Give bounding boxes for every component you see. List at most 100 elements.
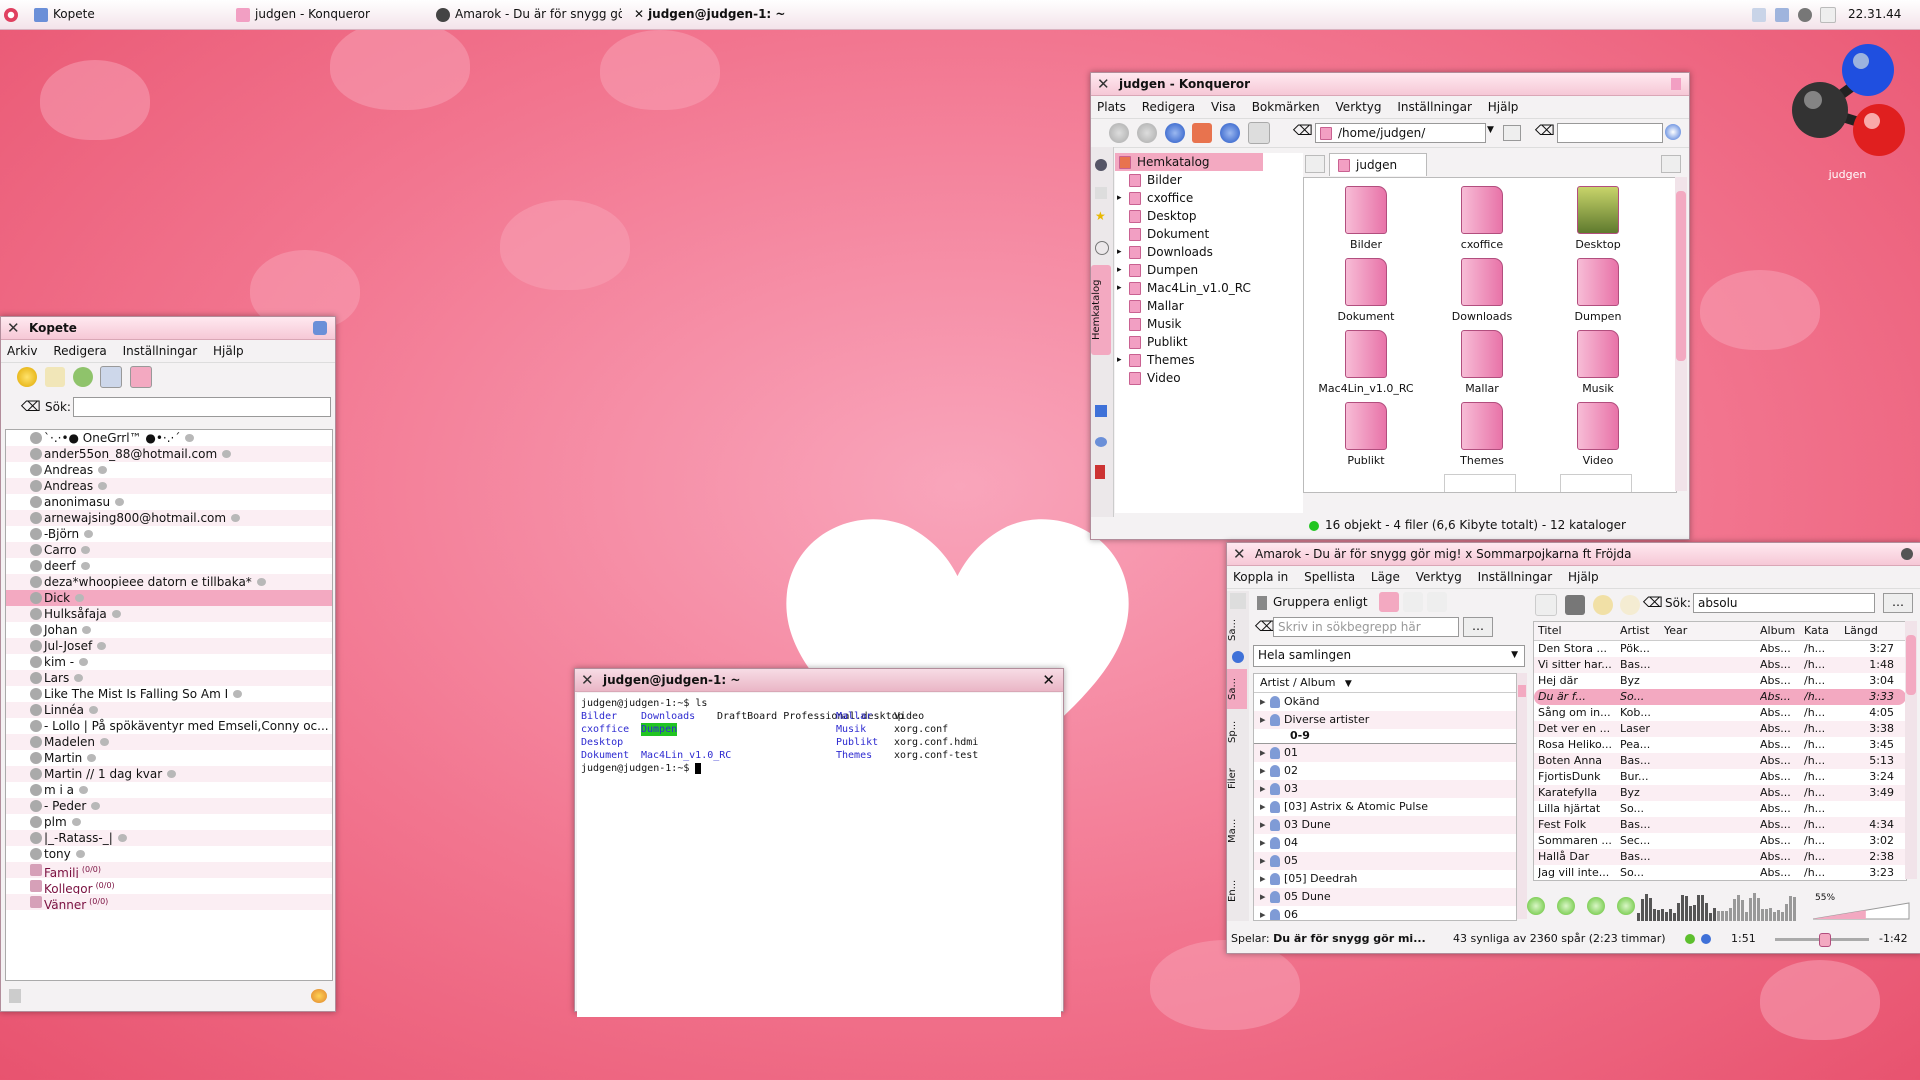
taskbar-amarok[interactable]: Amarok - Du är för snygg gör [436,0,622,29]
collection-item[interactable]: [05] Deedrah [1254,870,1516,888]
forward-icon[interactable] [1136,123,1157,143]
side-tab-0[interactable]: Sa... [1227,613,1247,647]
tree-item[interactable]: ▸ Downloads [1115,243,1303,261]
playlist-track-row[interactable]: FjortisDunk Bur... Abs.../h... 3:24 [1534,769,1906,785]
filter-options-button[interactable]: … [1463,617,1493,637]
menu-verktyg[interactable]: Verktyg [1336,100,1382,114]
pause-icon[interactable] [1587,897,1605,915]
clear-playlist-icon[interactable] [1535,594,1557,616]
menu-installningar[interactable]: Inställningar [1397,100,1472,114]
file-icon-item[interactable]: Video [1548,402,1648,467]
tab-judgen[interactable]: judgen [1329,153,1427,176]
contact-row[interactable]: Andreas [6,478,332,494]
file-icon-item[interactable]: Dumpen [1548,258,1648,323]
bookmarks-sidebar-icon[interactable] [1095,159,1107,171]
menu-redigera[interactable]: Redigera [53,344,106,358]
contact-row[interactable]: - Peder [6,798,332,814]
menu-hjalp[interactable]: Hjälp [213,344,244,358]
analyzer[interactable] [1637,887,1797,921]
taskbar-konqueror[interactable]: judgen - Konqueror [236,0,370,29]
close-icon[interactable]: ✕ [581,669,594,691]
contact-row[interactable]: Linnéa [6,702,332,718]
expand-icon[interactable]: ▸ [1117,243,1122,261]
file-icon-item[interactable]: Publikt [1316,402,1416,467]
network-sidebar-icon[interactable] [1095,437,1107,447]
contact-row[interactable]: plm [6,814,332,830]
volume-icon[interactable] [1752,7,1766,22]
contact-row[interactable]: Jul-Josef [6,638,332,654]
expand-icon[interactable]: ▸ [1117,351,1122,369]
side-tab-2[interactable]: Sp... [1227,715,1247,749]
file-icon-item[interactable]: cxoffice [1432,186,1532,251]
menu-visa[interactable]: Visa [1211,100,1236,114]
amarok-titlebar[interactable]: ✕ Amarok - Du är för snygg gör mig! x So… [1227,543,1920,566]
clipboard-icon[interactable] [1820,6,1837,23]
services-sidebar-icon[interactable] [1095,465,1105,479]
save-playlist-icon[interactable] [1564,595,1585,615]
collection-item[interactable]: Diverse artister [1254,711,1516,729]
play-icon[interactable] [1557,897,1575,915]
search-engine-icon[interactable] [1665,124,1681,140]
side-tab-1[interactable]: Sa... [1227,669,1247,709]
search-options-button[interactable]: … [1883,593,1913,613]
expand-icon[interactable]: ▸ [1117,279,1122,297]
random-icon[interactable] [1701,934,1711,944]
column-header[interactable]: Year [1664,622,1687,640]
location-input[interactable]: /home/judgen/ [1315,123,1486,143]
close-tab-icon[interactable] [1661,155,1681,173]
clear-search-icon[interactable]: ⌫ [1643,595,1663,611]
close-icon[interactable]: ✕ [1097,73,1110,95]
undo-icon[interactable] [1592,595,1613,615]
collection-item[interactable]: Okänd [1254,693,1516,711]
side-tab-5[interactable]: En... [1227,871,1247,911]
clock[interactable]: 22.31.44 [1848,0,1901,29]
file-icon-item[interactable]: Themes [1432,402,1532,467]
menu-redigera[interactable]: Redigera [1142,100,1195,114]
contact-row[interactable]: anonimasu [6,494,332,510]
side-tab-3[interactable]: Filer [1227,757,1247,801]
collection-scope-select[interactable]: Hela samlingen ▼ [1253,645,1525,667]
menu-arkiv[interactable]: Arkiv [7,344,38,358]
playlist-track-row[interactable]: Du är f... So... Abs.../h... 3:33 [1534,689,1906,705]
collection-item[interactable]: 04 [1254,834,1516,852]
web-search-input[interactable] [1557,123,1663,143]
column-header[interactable]: Kata [1804,622,1829,640]
playlist-track-row[interactable]: Lilla hjärtat So... Abs.../h... [1534,801,1906,817]
tree-item[interactable]: ▸ Themes [1115,351,1303,369]
tree-item[interactable]: Desktop [1115,207,1303,225]
butterfly-icon[interactable] [311,989,327,1003]
contact-row[interactable]: Dick [6,590,332,606]
playlist-scrollbar[interactable] [1905,621,1917,879]
contact-row[interactable]: |_-Ratass-_| [6,830,332,846]
track-progress-slider[interactable] [1775,933,1869,947]
playlist-track-row[interactable]: Hej där Byz Abs.../h... 3:04 [1534,673,1906,689]
file-icon-item[interactable]: Desktop [1548,186,1648,251]
menu-verktyg[interactable]: Verktyg [1416,570,1462,584]
tree-root-hemkatalog[interactable]: Hemkatalog [1115,153,1263,171]
contact-row[interactable]: Like The Mist Is Falling So Am I [6,686,332,702]
contact-group-row[interactable]: Familj (0/0) [6,862,332,878]
icon-view-scrollbar[interactable] [1675,177,1687,491]
taskbar-terminal[interactable]: ✕ judgen@judgen-1: ~ [634,0,785,29]
terminal-output[interactable]: judgen@judgen-1:~$ ls Bilder Downloads Draf… [577,693,1061,1017]
file-icon-item[interactable]: Mac4Lin_v1.0_RC [1316,330,1416,395]
file-icon-item[interactable]: Downloads [1432,258,1532,323]
contact-search-input[interactable] [73,397,331,417]
collection-item[interactable]: 02 [1254,762,1516,780]
playlist-search-input[interactable]: absolu [1693,593,1875,613]
tree-item[interactable]: Mallar [1115,297,1303,315]
clear-filter-icon[interactable]: ⌫ [1255,619,1275,635]
close-icon[interactable]: ✕ [7,317,20,339]
contact-row[interactable]: -Björn [6,526,332,542]
menu-installningar[interactable]: Inställningar [123,344,198,358]
contact-row[interactable]: Lars [6,670,332,686]
expand-icon[interactable]: ▸ [1117,261,1122,279]
file-xorg-conf-hdmi-preview[interactable] [1560,474,1632,492]
contact-group-row[interactable]: Kollegor (0/0) [6,878,332,894]
playlist-track-row[interactable]: Fest Folk Bas... Abs.../h... 4:34 [1534,817,1906,833]
groups-icon[interactable] [130,366,153,388]
column-header[interactable]: Album [1760,622,1795,640]
account-icon[interactable] [9,989,21,1003]
home-icon[interactable] [1192,123,1213,143]
tree-item[interactable]: ▸ Dumpen [1115,261,1303,279]
